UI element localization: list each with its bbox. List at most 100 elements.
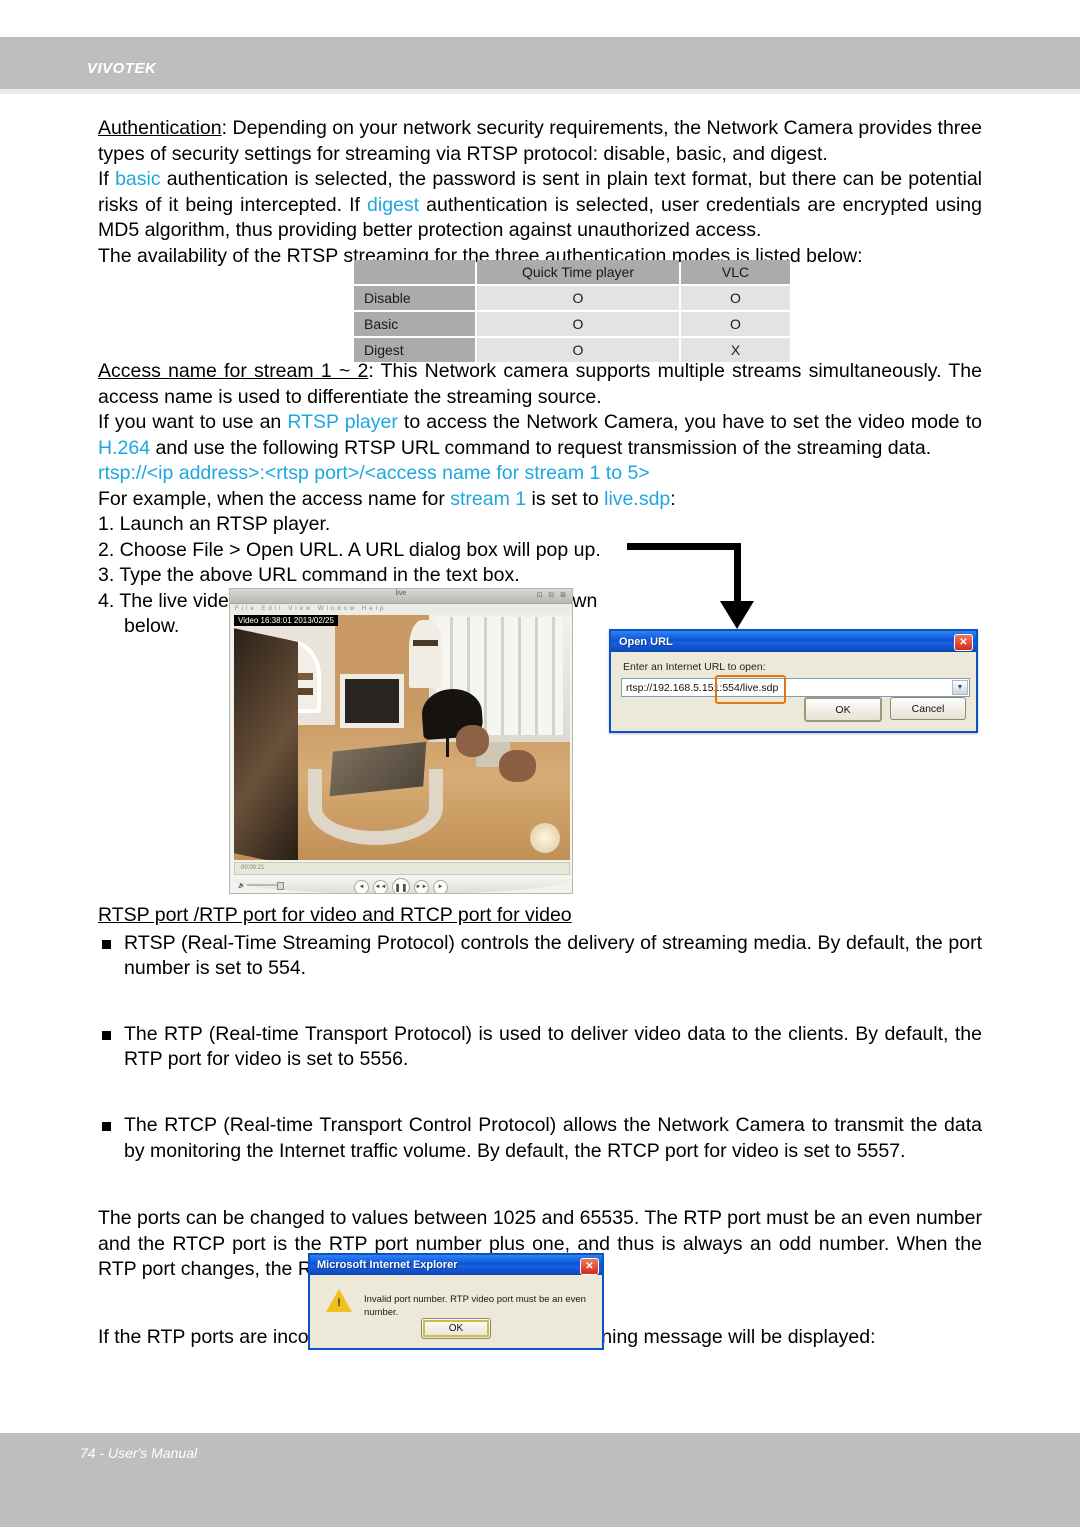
bullet-square-icon — [102, 1121, 111, 1131]
player-timecode: 00:00:21 — [241, 865, 265, 871]
table-header-quicktime: Quick Time player — [477, 260, 679, 284]
ie-dialog-message: Invalid port number. RTP video port must… — [364, 1294, 586, 1318]
player-seek-bar[interactable]: 00:00:21 — [234, 862, 570, 875]
arrow-vertical-segment — [734, 543, 741, 605]
warning-triangle-icon: ! — [326, 1289, 352, 1312]
player-window-title: live — [395, 590, 407, 597]
ie-dialog-title-bar: Microsoft Internet Explorer ✕ — [310, 1255, 602, 1275]
page-footer-label: 74 - User's Manual — [80, 1445, 198, 1461]
example-c: : — [670, 488, 676, 510]
keyword-rtsp-player: RTSP player — [287, 411, 398, 433]
authentication-basic-digest-paragraph: If basic authentication is selected, the… — [98, 167, 982, 244]
url-port-path: :554/live.sdp — [719, 681, 779, 694]
bullet-square-icon — [102, 939, 111, 949]
table-row: Basic O O — [354, 312, 790, 336]
cell-basic-vlc: O — [681, 312, 790, 336]
authentication-line1: : Depending on your network security req… — [98, 117, 982, 165]
player-window-buttons[interactable]: ⊡ ⊟ ⊠ — [537, 591, 569, 599]
player-video-area: Video 16:38:01 2013/02/25 — [234, 615, 570, 860]
step-item-3: 3. Type the above URL command in the tex… — [98, 564, 520, 587]
volume-track[interactable] — [247, 882, 284, 890]
table-header-row: Quick Time player VLC — [354, 260, 790, 284]
video-osd-timestamp: Video 16:38:01 2013/02/25 — [234, 615, 338, 626]
open-url-title: Open URL — [619, 635, 673, 648]
keyword-stream-1: stream 1 — [450, 488, 527, 510]
step-item-2: 2. Choose File > Open URL. A URL dialog … — [98, 538, 601, 561]
header-divider — [0, 89, 1080, 94]
ok-button[interactable]: OK — [421, 1318, 491, 1339]
callout-arrow — [627, 543, 757, 635]
keyword-digest: digest — [367, 193, 420, 216]
url-input[interactable]: rtsp://192.168.5.151:554/live.sdp ▼ — [621, 678, 970, 697]
availability-table: Quick Time player VLC Disable O O Basic … — [352, 258, 792, 364]
video-armchair-2 — [499, 749, 537, 782]
access-line2-c: and use the following RTSP URL command t… — [150, 436, 932, 459]
ie-dialog-title: Microsoft Internet Explorer — [317, 1259, 458, 1271]
cell-disable-vlc: O — [681, 286, 790, 310]
ok-button[interactable]: OK — [804, 697, 882, 722]
cancel-button[interactable]: Cancel — [890, 697, 966, 720]
step-item-1: 1. Launch an RTSP player. — [98, 513, 331, 535]
cell-basic-quicktime: O — [477, 312, 679, 336]
video-curved-sofa — [307, 769, 444, 845]
open-url-label: Enter an Internet URL to open: — [623, 661, 766, 673]
player-transport-controls: ◄ ◄◄ ❚❚ ►► ► — [354, 878, 448, 893]
bullet-square-icon — [102, 1030, 111, 1040]
video-piano-leg — [445, 735, 449, 758]
example-b: is set to — [526, 488, 605, 510]
video-floor-lamp — [529, 823, 560, 853]
video-built-in-shelf — [408, 619, 443, 689]
access-line2-b: to access the Network Camera, you have t… — [397, 411, 982, 433]
player-menu-bar[interactable]: File Edit View Window Help — [230, 604, 572, 615]
access-line2-a: If you want to use an — [98, 411, 288, 433]
url-input-value: rtsp://192.168.5.151:554/live.sdp — [622, 682, 778, 694]
open-url-button-row: OK Cancel — [804, 697, 966, 722]
bullet-rtp: The RTP (Real-time Transport Protocol) i… — [98, 1022, 982, 1073]
skip-end-icon[interactable]: ► — [433, 879, 448, 893]
video-fireplace — [344, 678, 399, 723]
fast-forward-icon[interactable]: ►► — [414, 879, 429, 893]
cell-disable-quicktime: O — [477, 286, 679, 310]
url-base: rtsp://192.168.5.151 — [626, 681, 720, 694]
chevron-down-icon[interactable]: ▼ — [952, 680, 968, 695]
player-title-bar: live ⊡ ⊟ ⊠ — [230, 589, 572, 604]
bullet-rtp-text: The RTP (Real-time Transport Protocol) i… — [124, 1022, 982, 1071]
ie-dialog-button-row: OK — [421, 1318, 491, 1339]
keyword-basic: basic — [115, 168, 161, 190]
close-icon[interactable]: ✕ — [954, 634, 973, 651]
rewind-icon[interactable]: ◄◄ — [373, 879, 388, 893]
skip-start-icon[interactable]: ◄ — [354, 879, 369, 893]
bullet-rtcp-text: The RTCP (Real-time Transport Control Pr… — [124, 1113, 982, 1162]
keyword-h264: H.264 — [98, 436, 151, 459]
close-icon[interactable]: ✕ — [580, 1258, 599, 1275]
keyword-live-sdp: live.sdp — [604, 488, 671, 510]
bullet-rtcp: The RTCP (Real-time Transport Control Pr… — [98, 1113, 982, 1164]
access-name-paragraph: Access name for stream 1 ~ 2: This Netwo… — [98, 359, 982, 410]
open-url-dialog: Open URL ✕ Enter an Internet URL to open… — [609, 629, 978, 733]
vivotek-logo: VIVOTEK — [87, 60, 157, 77]
pause-icon[interactable]: ❚❚ — [392, 878, 410, 893]
ie-warning-dialog: Microsoft Internet Explorer ✕ ! Invalid … — [308, 1253, 604, 1350]
ports-heading: RTSP port /RTP port for video and RTCP p… — [98, 904, 572, 926]
auth-line2-a: If — [98, 168, 116, 190]
video-armchair-1 — [455, 725, 490, 758]
open-url-title-bar: Open URL ✕ — [611, 631, 976, 652]
rtsp-url-template: rtsp://<ip address>:<rtsp port>/<access … — [98, 462, 650, 484]
example-intro: For example, when the access name for st… — [98, 487, 982, 513]
bullet-rtsp: RTSP (Real-Time Streaming Protocol) cont… — [98, 931, 982, 982]
arrow-horizontal-segment — [627, 543, 741, 550]
arrow-head-icon — [720, 601, 754, 629]
rtsp-player-window: live ⊡ ⊟ ⊠ File Edit View Window Help Vi… — [229, 588, 573, 894]
table-row: Disable O O — [354, 286, 790, 310]
table-header-vlc: VLC — [681, 260, 790, 284]
speaker-icon: 🔈 — [238, 882, 246, 889]
access-name-term: Access name for stream 1 ~ 2 — [98, 360, 369, 382]
player-volume-slider[interactable]: 🔈 — [238, 881, 284, 890]
page-header-bar — [0, 37, 1080, 89]
bullet-rtsp-text: RTSP (Real-Time Streaming Protocol) cont… — [124, 931, 982, 980]
rtsp-player-paragraph: If you want to use an RTSP player to acc… — [98, 410, 982, 461]
authentication-term: Authentication — [98, 117, 222, 139]
table-corner-cell — [354, 260, 475, 284]
row-label-disable: Disable — [354, 286, 475, 310]
video-staircase-railing — [234, 627, 298, 860]
